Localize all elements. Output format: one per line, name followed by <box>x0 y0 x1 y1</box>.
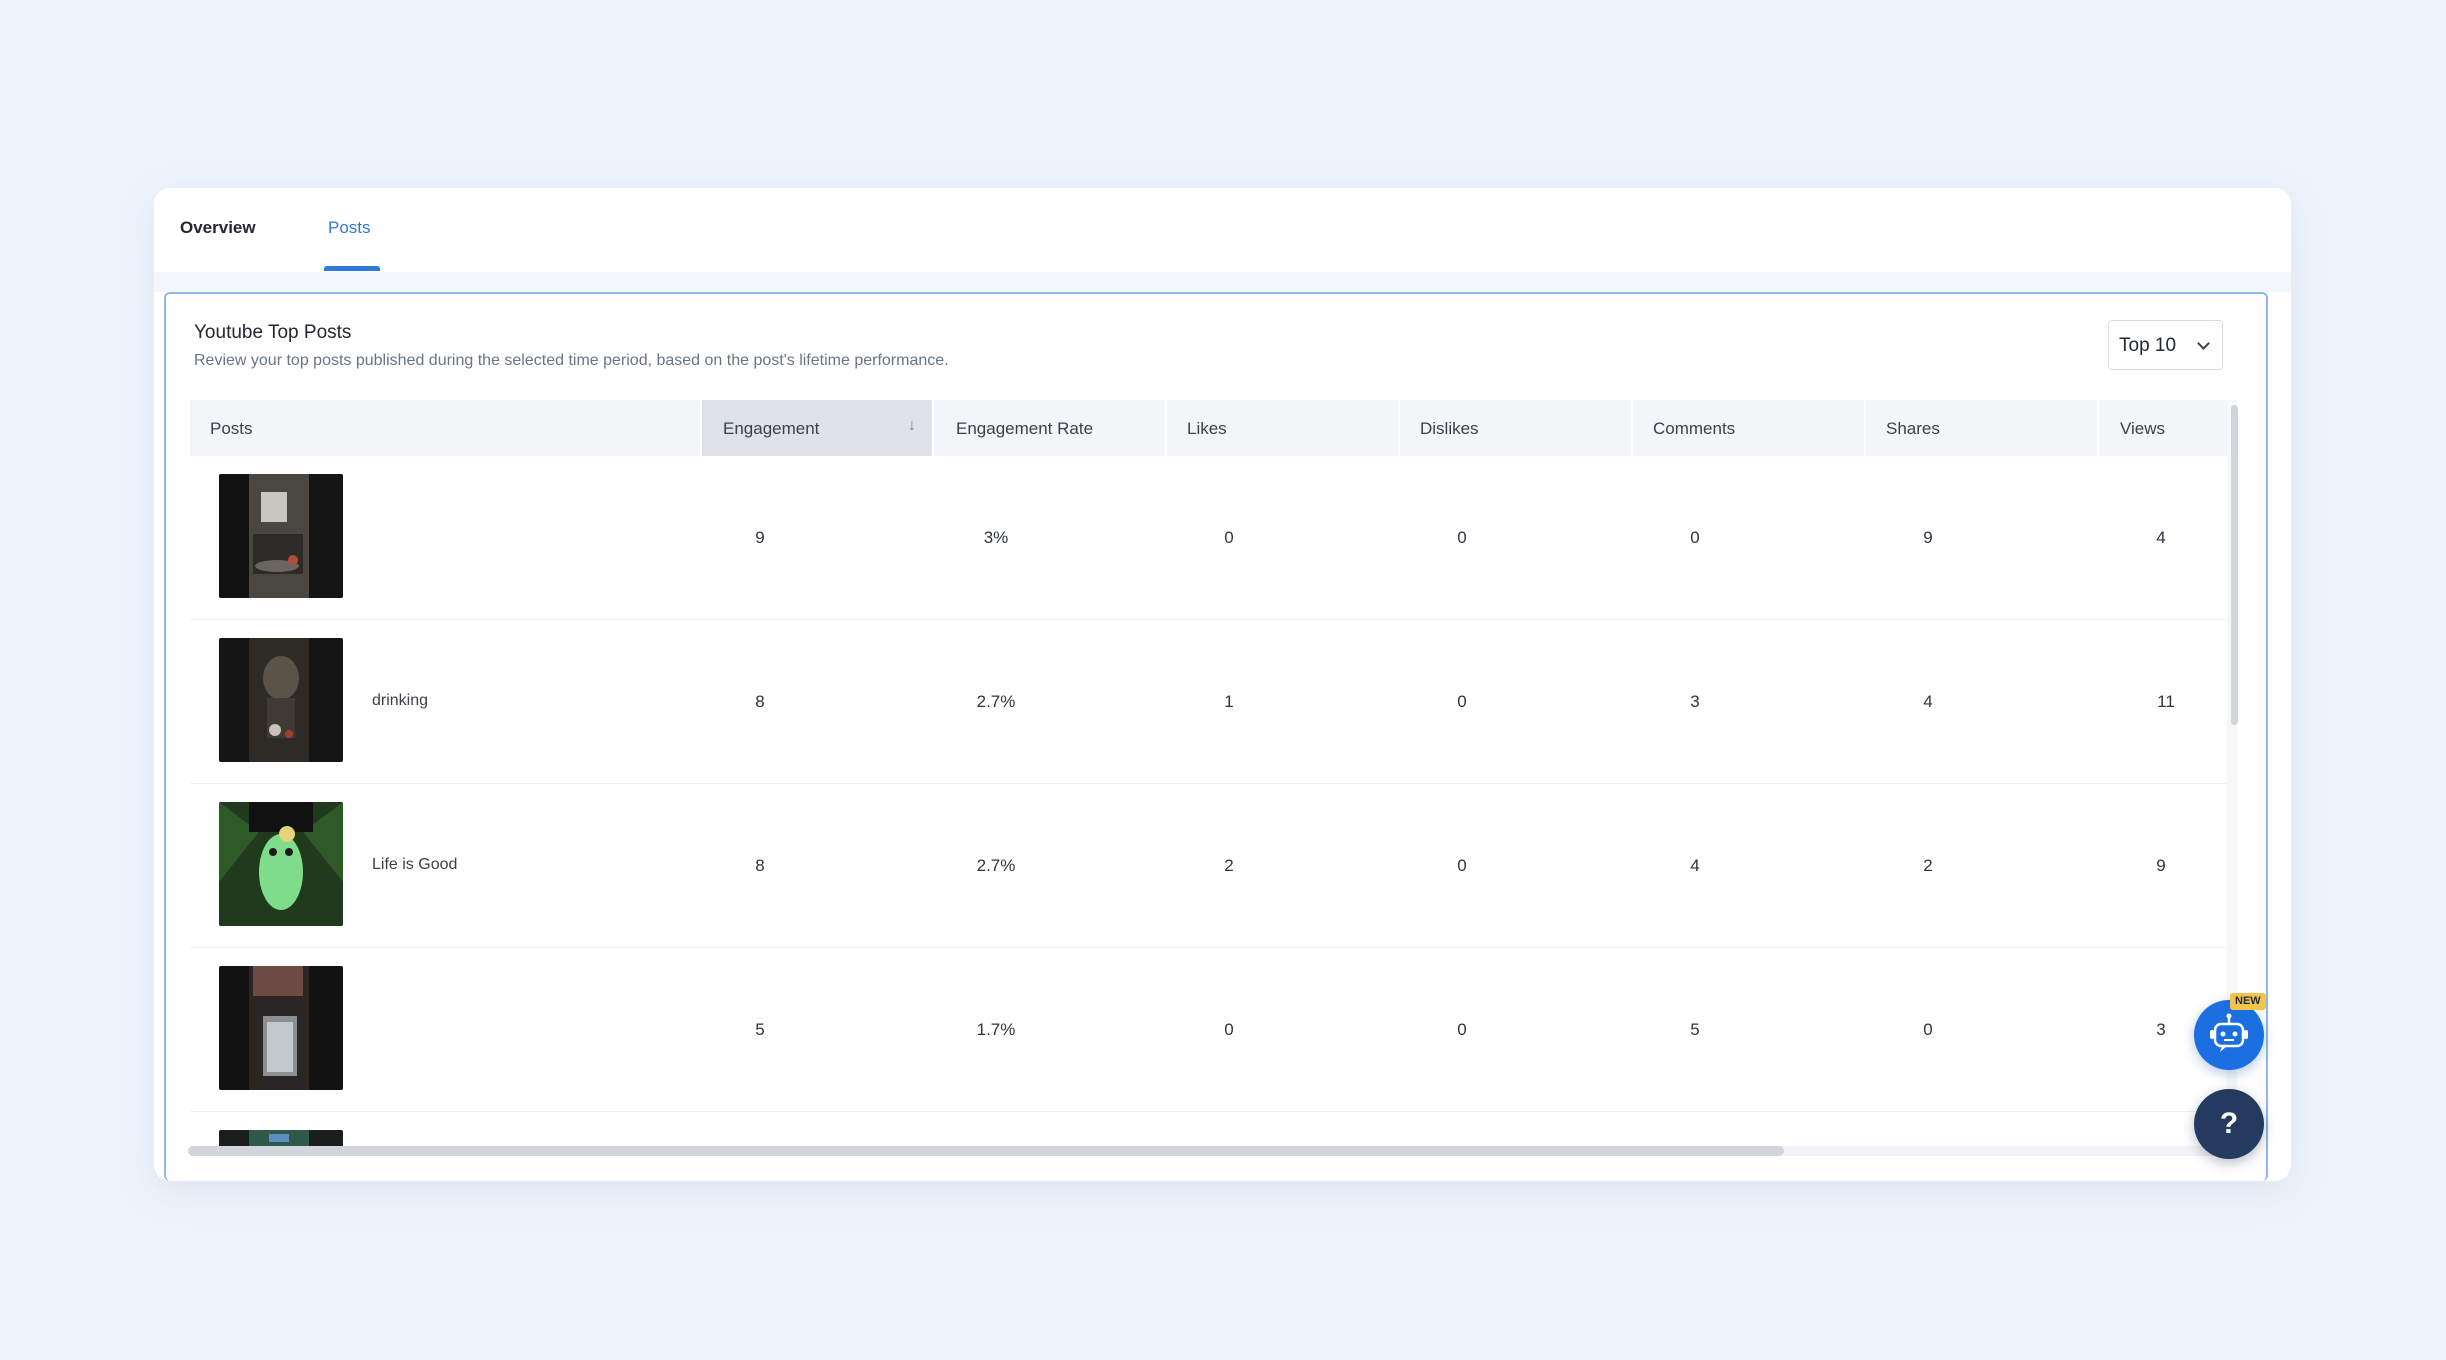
table-row[interactable]: drinking 8 2.7% 1 0 3 4 11 <box>190 620 2230 784</box>
table-row[interactable]: 9 3% 0 0 0 9 4 <box>190 456 2230 620</box>
cell-dislikes: 0 <box>1457 692 1467 711</box>
top-posts-card: Youtube Top Posts Review your top posts … <box>164 292 2268 1181</box>
cell-shares: 2 <box>1923 856 1933 875</box>
new-badge: NEW <box>2230 993 2266 1010</box>
tab-overview[interactable]: Overview <box>180 218 256 238</box>
header-label: Shares <box>1886 419 1940 438</box>
cell-comments: 5 <box>1690 1020 1700 1039</box>
header-label: Posts <box>210 419 253 438</box>
cell-likes: 1 <box>1224 692 1234 711</box>
cell-engagement: 5 <box>755 1020 765 1039</box>
cell-comments: 3 <box>1690 692 1700 711</box>
posts-table: Posts Engagement ↓ Engagement Rate Likes… <box>190 400 2242 1146</box>
sort-arrow-down-icon: ↓ <box>908 417 916 434</box>
post-thumbnail[interactable] <box>219 1130 343 1146</box>
table-row[interactable]: Life is Good 8 2.7% 2 0 4 2 9 <box>190 784 2230 948</box>
help-button[interactable]: ? <box>2194 1089 2264 1159</box>
header-engagement-rate[interactable]: Engagement Rate <box>934 400 1167 456</box>
top-count-select[interactable]: Top 10 <box>2108 320 2223 370</box>
header-label: Engagement Rate <box>956 419 1094 438</box>
horizontal-scrollbar-thumb[interactable] <box>188 1146 1784 1156</box>
cell-likes: 0 <box>1224 528 1234 547</box>
cell-views: 9 <box>2156 856 2166 875</box>
cell-shares: 0 <box>1923 1020 1933 1039</box>
cell-views: 4 <box>2156 528 2166 547</box>
cell-dislikes: 0 <box>1457 528 1467 547</box>
robot-icon <box>2210 1013 2248 1052</box>
cell-views: 11 <box>2157 692 2175 711</box>
cell-engagement-rate: 3% <box>983 528 1009 547</box>
table-row[interactable]: 5 1.7% 0 0 5 0 3 <box>190 948 2230 1112</box>
header-label: Engagement <box>723 419 820 438</box>
top-count-value: Top 10 <box>2119 335 2177 356</box>
cell-comments: 4 <box>1690 856 1700 875</box>
header-likes[interactable]: Likes <box>1167 400 1400 456</box>
cell-dislikes: 0 <box>1457 856 1467 875</box>
post-thumbnail[interactable] <box>219 966 343 1090</box>
post-title: drinking <box>372 692 429 709</box>
header-label: Dislikes <box>1420 419 1479 438</box>
cell-engagement-rate: 1.7% <box>976 1020 1016 1039</box>
ai-assistant-button[interactable] <box>2194 1000 2264 1070</box>
vertical-scrollbar-thumb[interactable] <box>2231 405 2238 725</box>
cell-engagement: 8 <box>755 692 765 711</box>
cell-likes: 0 <box>1224 1020 1234 1039</box>
tab-posts[interactable]: Posts <box>328 218 371 238</box>
post-thumbnail[interactable] <box>219 474 343 598</box>
post-thumbnail[interactable] <box>219 802 343 926</box>
cell-likes: 2 <box>1224 856 1234 875</box>
chevron-down-icon <box>2197 337 2210 350</box>
tab-bar: Overview Posts <box>154 188 2291 272</box>
cell-shares: 4 <box>1923 692 1933 711</box>
header-comments[interactable]: Comments <box>1633 400 1866 456</box>
cell-dislikes: 0 <box>1457 1020 1467 1039</box>
cell-comments: 0 <box>1690 528 1700 547</box>
header-posts[interactable]: Posts <box>190 400 702 456</box>
header-label: Likes <box>1187 419 1227 438</box>
cell-engagement-rate: 2.7% <box>976 856 1016 875</box>
analytics-panel: Overview Posts Youtube Top Posts Review … <box>154 188 2291 1181</box>
header-views[interactable]: Views <box>2099 400 2230 456</box>
header-engagement[interactable]: Engagement ↓ <box>702 400 934 456</box>
post-thumbnail[interactable] <box>219 638 343 762</box>
table-row[interactable] <box>190 1112 2230 1146</box>
cell-shares: 9 <box>1923 528 1933 547</box>
cell-engagement: 8 <box>755 856 765 875</box>
header-label: Views <box>2120 419 2166 438</box>
active-tab-indicator <box>324 266 380 271</box>
cell-engagement: 9 <box>755 528 765 547</box>
header-label: Comments <box>1653 419 1736 438</box>
table-header: Posts Engagement ↓ Engagement Rate Likes… <box>190 400 2230 456</box>
header-dislikes[interactable]: Dislikes <box>1400 400 1633 456</box>
post-title: Life is Good <box>372 856 458 873</box>
card-title: Youtube Top Posts <box>194 322 352 343</box>
tab-gap <box>154 272 2291 292</box>
card-subtitle: Review your top posts published during t… <box>194 352 949 369</box>
cell-engagement-rate: 2.7% <box>976 692 1016 711</box>
header-shares[interactable]: Shares <box>1866 400 2099 456</box>
cell-views: 3 <box>2156 1020 2166 1039</box>
